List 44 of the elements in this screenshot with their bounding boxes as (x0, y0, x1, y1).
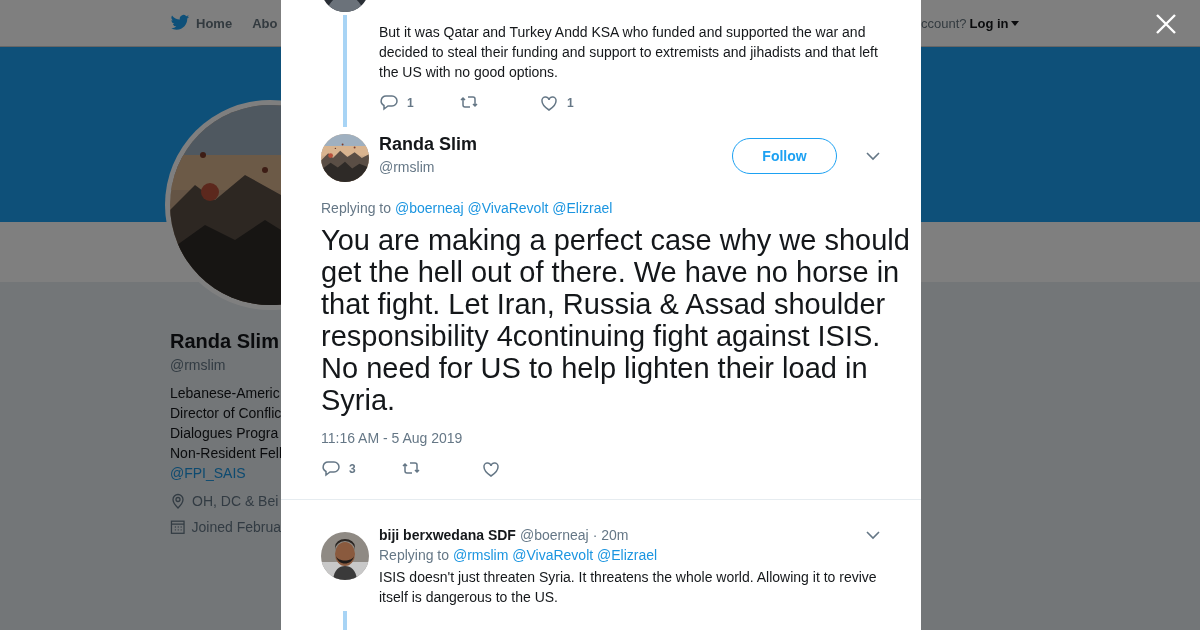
profile-name: Randa Slim (170, 330, 280, 353)
nav-link[interactable]: Home (170, 14, 233, 32)
reply-icon (379, 93, 399, 113)
reply-button[interactable]: 3 (321, 459, 401, 479)
reply-icon (321, 459, 341, 479)
follow-button[interactable]: Follow (732, 138, 837, 174)
location-pin-icon (170, 493, 186, 509)
tweet-age: · 20m (592, 527, 629, 543)
bird-icon (170, 14, 190, 32)
like-button[interactable]: 1 (539, 93, 619, 113)
close-icon (1155, 13, 1177, 35)
reply-button[interactable]: 1 (379, 93, 459, 113)
author-handle: @rmslim (379, 159, 436, 175)
calendar-icon (170, 519, 186, 535)
tweet-text: But it was Qatar and Turkey Andd KSA who funded and supported the war and decided to steal their funding and support to extremists and jihadists and that left the US with no good options. (379, 23, 879, 82)
joined-date: Joined Februa (191, 519, 281, 535)
like-icon (539, 93, 559, 113)
author-name: Randa Slim (379, 134, 478, 155)
mention-link[interactable]: @Elizrael (552, 200, 613, 216)
login-link[interactable]: Log in (969, 16, 1019, 31)
mention-link[interactable]: @VivaRevolt (512, 547, 594, 563)
author-handle: @boerneaj (519, 527, 589, 543)
nav-link[interactable]: Abo (252, 15, 278, 31)
bio-line: Director of Conflic (170, 404, 281, 423)
account-prompt: ccount? (921, 16, 967, 31)
tweet-timestamp: 11:16 AM - 5 Aug 2019 (321, 430, 464, 446)
bio-line: Dialogues Progra (170, 424, 280, 443)
bio-line: Lebanese-Americ (170, 384, 281, 403)
mention-link[interactable]: @rmslim (452, 547, 509, 563)
close-button[interactable] (1155, 13, 1177, 35)
replying-to-text: Replying to @rmslim @VivaRevolt @Elizrael (379, 547, 659, 563)
mention-link[interactable]: @Elizrael (597, 547, 658, 563)
tweet-text: ISIS doesn't just threaten Syria. It threatens the whole world. Allowing it to revive itself is dangerous to the US. (379, 568, 878, 607)
author-name: biji berxwedana SDF (379, 527, 516, 543)
like-icon (481, 459, 501, 479)
location-text: OH, DC & Bei (192, 493, 279, 509)
profile-handle: @rmslim (170, 357, 227, 373)
mention-link[interactable]: @boerneaj (394, 200, 464, 216)
caret-icon (1010, 21, 1019, 26)
bio-line: Non-Resident Fell (170, 444, 281, 463)
tweet-text: You are making a perfect case why we should get the hell out of there. We have no horse in that fight. Let Iran, Russia & Assad shoulder responsibility 4continuing fight against ISIS. No need for US to help lighten their load in Syria. (321, 224, 911, 416)
bio-link[interactable]: @FPI_SAIS (170, 463, 281, 483)
mention-link[interactable]: @VivaRevolt (467, 200, 549, 216)
replying-to-text: Replying to @boerneaj @VivaRevolt @Elizrael (321, 200, 614, 216)
